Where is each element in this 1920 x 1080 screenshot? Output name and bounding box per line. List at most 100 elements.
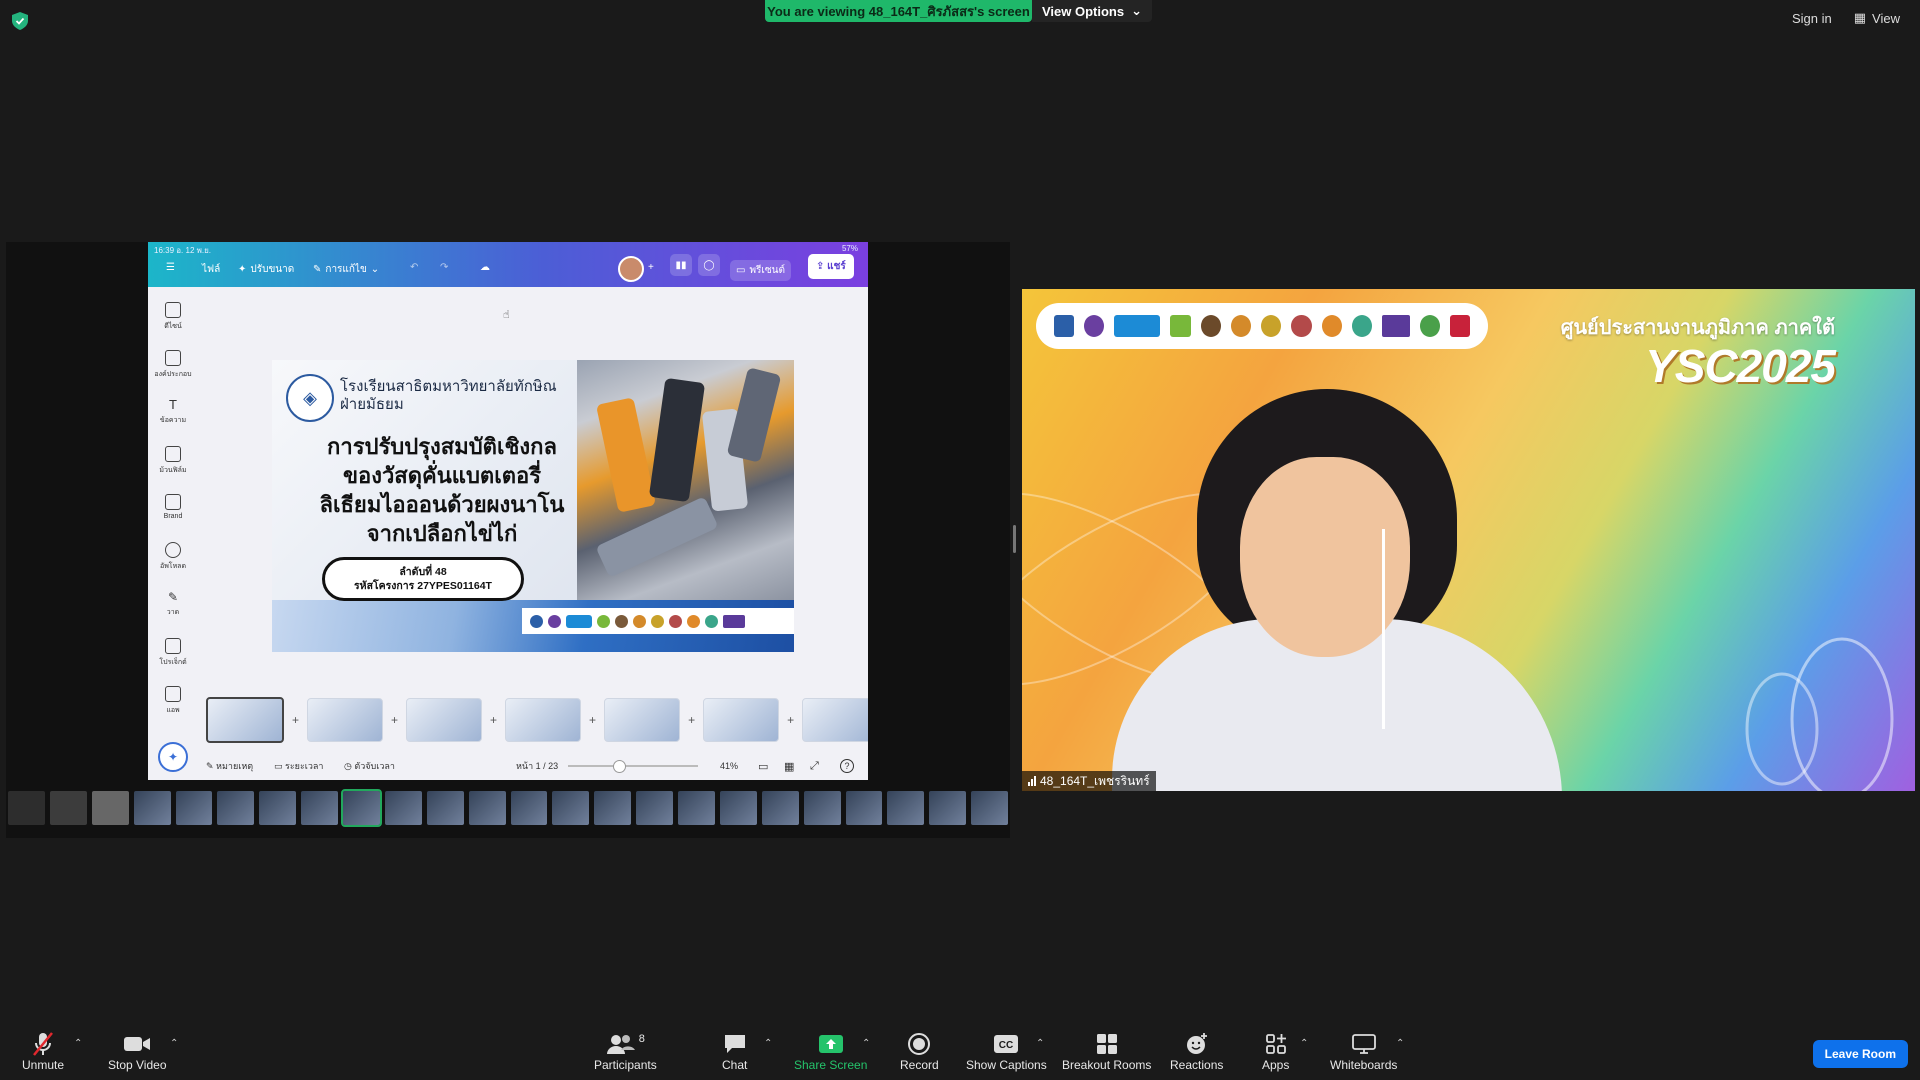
filmstrip-thumbnail[interactable] (259, 791, 297, 825)
split-view-handle[interactable] (1013, 525, 1016, 553)
redo-icon[interactable]: ↷ (440, 262, 448, 273)
add-slide-icon[interactable]: + (589, 713, 596, 727)
filmstrip-thumbnail[interactable] (217, 791, 255, 825)
slide-thumbnail[interactable] (505, 698, 582, 742)
filmstrip-thumbnail[interactable] (175, 791, 213, 825)
timer-button[interactable]: ◷ ตัวจับเวลา (344, 759, 395, 773)
filmstrip-thumbnail[interactable] (301, 791, 338, 825)
share-button[interactable]: ⇪ แชร์ (808, 254, 854, 279)
page-indicator: หน้า 1 / 23 (516, 761, 559, 771)
side-tool-draw[interactable]: ✎ วาด (148, 590, 198, 618)
filmstrip-thumbnail[interactable] (929, 791, 967, 825)
zoom-slider[interactable] (568, 760, 698, 773)
chat-button[interactable]: Chat (722, 1030, 747, 1072)
add-slide-icon[interactable]: + (787, 713, 794, 727)
filmstrip-thumbnail[interactable] (636, 791, 673, 825)
resize-menu[interactable]: ✦ ปรับขนาด (238, 262, 294, 277)
filmstrip-thumbnail[interactable] (468, 791, 506, 825)
apps-button[interactable]: Apps (1262, 1030, 1289, 1072)
filmstrip-thumbnail[interactable] (803, 791, 841, 825)
sponsor-logo (705, 614, 718, 628)
slide-thumbnail[interactable] (206, 697, 284, 743)
side-tool-text[interactable]: T ข้อความ (148, 398, 198, 426)
user-avatar[interactable] (618, 256, 644, 282)
filmstrip-thumbnail[interactable] (678, 791, 715, 825)
notes-button[interactable]: ✎ หมายเหตุ (206, 759, 253, 773)
slide-thumbnail[interactable] (406, 698, 483, 742)
side-tool-elements[interactable]: องค์ประกอบ (148, 350, 198, 380)
shared-ipad-screen: 16:39 อ. 12 พ.ย. 57% ☰ ไฟล์ ✦ ปรับขนาด ✎ ก… (148, 242, 868, 780)
cloud-sync-icon[interactable]: ☁ (480, 262, 490, 273)
analytics-icon[interactable]: ▮▮ (670, 254, 692, 276)
filmstrip-thumbnail[interactable] (971, 791, 1008, 825)
filmstrip-thumbnail[interactable] (761, 791, 799, 825)
side-tool-projects[interactable]: โปรเจ็กต์ (148, 638, 198, 668)
filmstrip-thumbnail[interactable] (49, 791, 87, 825)
unmute-button[interactable]: Unmute (22, 1030, 64, 1072)
undo-icon[interactable]: ↶ (410, 262, 418, 273)
hamburger-menu-icon[interactable]: ☰ (166, 262, 175, 273)
filmstrip-thumbnail[interactable] (8, 791, 45, 825)
chat-options-caret[interactable]: ⌃ (764, 1038, 772, 1049)
help-button[interactable]: ? (840, 759, 854, 773)
side-tool-brand[interactable]: Brand (148, 494, 198, 520)
audio-options-caret[interactable]: ⌃ (74, 1038, 82, 1049)
filmstrip-thumbnail[interactable] (91, 791, 129, 825)
encryption-shield-icon[interactable] (12, 12, 28, 30)
add-slide-icon[interactable]: + (391, 713, 398, 727)
view-button[interactable]: ▦ View (1854, 10, 1900, 26)
show-captions-button[interactable]: CC Show Captions (966, 1030, 1047, 1072)
present-button[interactable]: ▭ พรีเซนต์ (730, 260, 791, 281)
filmstrip-thumbnail[interactable] (133, 791, 171, 825)
filmstrip-thumbnail[interactable] (719, 791, 757, 825)
slide-thumbnail[interactable] (802, 698, 868, 742)
whiteboards-button[interactable]: Whiteboards (1330, 1030, 1397, 1072)
duration-button[interactable]: ▭ ระยะเวลา (274, 759, 324, 773)
view-options-button[interactable]: View Options ⌄ (1032, 0, 1152, 22)
share-options-caret[interactable]: ⌃ (862, 1038, 870, 1049)
filmstrip-thumbnail[interactable] (552, 791, 590, 825)
pages-view-icon[interactable]: ▭ (758, 760, 768, 773)
captions-options-caret[interactable]: ⌃ (1036, 1038, 1044, 1049)
project-code-pill: ลำดับที่ 48 รหัสโครงการ 27YPES01164T (322, 557, 524, 601)
participants-button[interactable]: 8 Participants (594, 1030, 657, 1072)
whiteboards-options-caret[interactable]: ⌃ (1396, 1038, 1404, 1049)
side-tool-upload[interactable]: อัพโหลด (148, 542, 198, 572)
video-options-caret[interactable]: ⌃ (170, 1038, 178, 1049)
slide-thumbnail[interactable] (703, 698, 780, 742)
sign-in-link[interactable]: Sign in (1792, 11, 1832, 26)
filmstrip-thumbnail-selected[interactable] (341, 789, 382, 827)
add-slide-icon[interactable]: + (490, 713, 497, 727)
filmstrip-thumbnail[interactable] (384, 791, 422, 825)
slide-canvas[interactable]: ◈ โรงเรียนสาธิตมหาวิทยาลัยทักษิณ ฝ่ายมัธ… (272, 360, 794, 652)
participant-video-tile[interactable]: ศูนย์ประสานงานภูมิภาค ภาคใต้ YSC2025 48_… (1022, 289, 1915, 791)
comment-icon[interactable]: ◯ (698, 254, 720, 276)
add-slide-icon[interactable]: + (292, 713, 299, 727)
side-tool-apps[interactable]: แอพ (148, 686, 198, 716)
add-collaborator-icon[interactable]: + (648, 262, 654, 273)
grid-view-icon[interactable]: ▦ (784, 760, 794, 773)
filmstrip-thumbnail[interactable] (426, 791, 464, 825)
reactions-button[interactable]: Reactions (1170, 1030, 1223, 1072)
zoom-slider-knob[interactable] (613, 760, 626, 773)
timer-label: ตัวจับเวลา (354, 761, 395, 771)
side-tool-design[interactable]: ดีไซน์ (148, 302, 198, 332)
slide-thumbnail[interactable] (307, 698, 384, 742)
filmstrip-thumbnail[interactable] (887, 791, 925, 825)
filmstrip-thumbnail[interactable] (510, 791, 548, 825)
leave-room-button[interactable]: Leave Room (1812, 1040, 1908, 1068)
filmstrip-thumbnail[interactable] (845, 791, 883, 825)
breakout-rooms-button[interactable]: Breakout Rooms (1062, 1030, 1151, 1072)
apps-options-caret[interactable]: ⌃ (1300, 1038, 1308, 1049)
slide-thumbnail[interactable] (604, 698, 681, 742)
chevron-down-icon: ⌄ (1131, 3, 1142, 18)
add-slide-icon[interactable]: + (688, 713, 695, 727)
side-tool-camera-roll[interactable]: ม้วนฟิล์ม (148, 446, 198, 476)
edit-menu[interactable]: ✎ การแก้ไข ⌄ (313, 262, 379, 277)
fullscreen-icon[interactable]: ⤢ (810, 760, 819, 773)
share-screen-button[interactable]: Share Screen (794, 1030, 867, 1072)
filmstrip-thumbnail[interactable] (594, 791, 632, 825)
record-button[interactable]: Record (900, 1030, 939, 1072)
stop-video-button[interactable]: Stop Video (108, 1030, 167, 1072)
file-menu[interactable]: ไฟล์ (202, 262, 220, 277)
